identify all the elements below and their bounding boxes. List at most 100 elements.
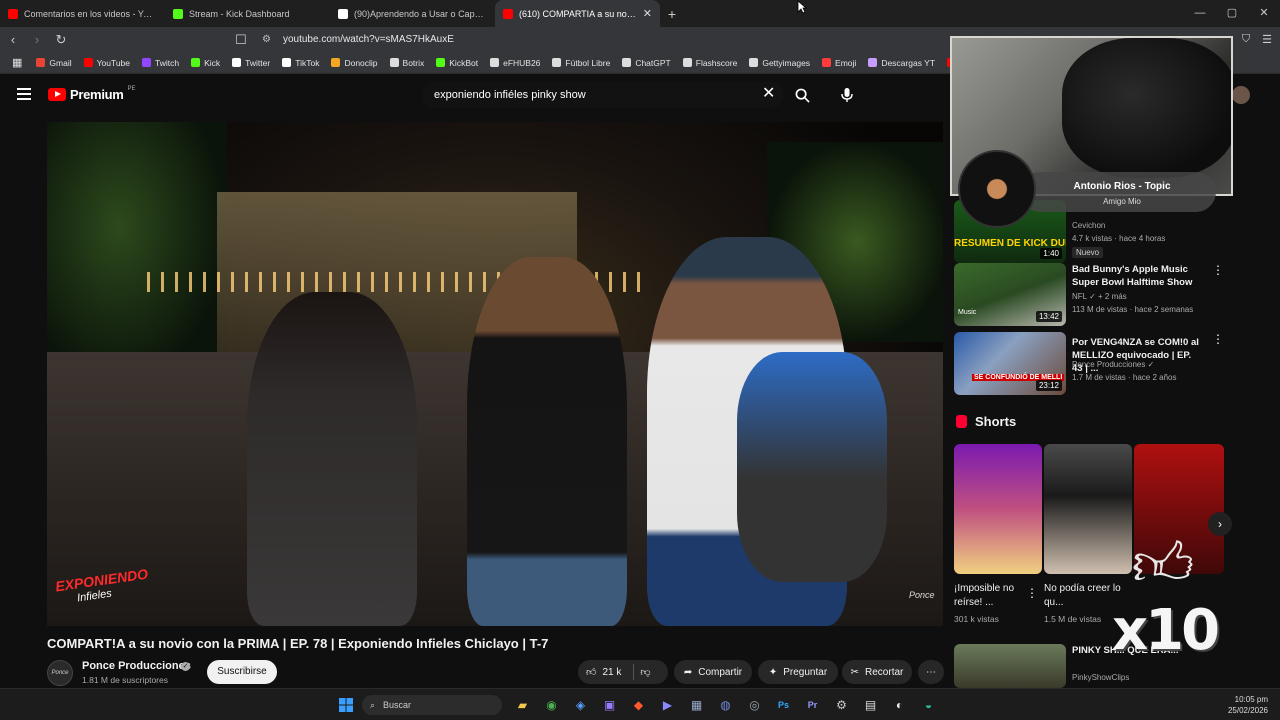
- channel-text: NFL: [1072, 292, 1087, 301]
- premiere-icon[interactable]: Pr: [798, 693, 827, 717]
- search-icon: ⌕: [370, 699, 376, 710]
- bookmark-item[interactable]: Donoclip: [325, 58, 383, 68]
- notepad-icon[interactable]: ▤: [856, 693, 885, 717]
- short-thumbnail[interactable]: [954, 444, 1042, 574]
- shorts-heading: Shorts: [956, 414, 1016, 429]
- album-art: [958, 150, 1036, 228]
- search-button[interactable]: [786, 82, 818, 108]
- duration-badge: 1:40: [1040, 248, 1062, 259]
- photoshop-icon[interactable]: Ps: [769, 693, 798, 717]
- app-icon[interactable]: ◈: [566, 693, 595, 717]
- tab-capcut[interactable]: (90)Aprendendo a Usar o CapCut em: [330, 0, 495, 27]
- like-button[interactable]: 👍︎ 21 k: [586, 666, 622, 679]
- clear-search-icon[interactable]: ✕: [762, 86, 775, 102]
- more-options-icon[interactable]: ⋮: [1026, 586, 1038, 600]
- tab-kick-dashboard[interactable]: Stream - Kick Dashboard: [165, 0, 330, 27]
- tab-title: (610) COMPARTIA a su novio: [519, 8, 637, 19]
- bookmark-item[interactable]: Kick: [185, 58, 226, 68]
- bookmark-icon[interactable]: ☐: [234, 32, 248, 48]
- bookmark-favicon-icon: [436, 58, 446, 67]
- more-actions-button[interactable]: ⋯: [918, 660, 944, 684]
- file-explorer-icon[interactable]: ▰: [508, 693, 537, 717]
- more-options-icon[interactable]: ⋮: [1212, 332, 1224, 346]
- menu-icon[interactable]: ☰: [1262, 33, 1272, 46]
- bookmark-item[interactable]: Descargas YT: [862, 58, 941, 68]
- voice-search-button[interactable]: [833, 82, 861, 108]
- close-window-button[interactable]: ✕: [1248, 0, 1280, 27]
- close-tab-icon[interactable]: ✕: [643, 7, 652, 20]
- video-player[interactable]: EXPONIENDO Infieles Ponce: [47, 122, 943, 626]
- bookmark-item[interactable]: Twitch: [136, 58, 185, 68]
- tab-youtube-comments[interactable]: Comentarios en los videos - YouTube: [0, 0, 165, 27]
- bookmark-item[interactable]: Botrix: [384, 58, 431, 68]
- bookmark-item[interactable]: Fútbol Libre: [546, 58, 616, 68]
- bookmark-item[interactable]: Flashscore: [677, 58, 744, 68]
- bookmark-item[interactable]: ChatGPT: [616, 58, 676, 68]
- obs-icon[interactable]: ◐: [885, 693, 914, 717]
- ask-label: Preguntar: [783, 666, 828, 678]
- share-button[interactable]: ➦ Compartir: [674, 660, 752, 684]
- apps-icon[interactable]: ▦: [6, 56, 30, 69]
- menu-icon[interactable]: [17, 88, 31, 100]
- forward-icon[interactable]: ›: [30, 32, 44, 47]
- clip-label: Recortar: [865, 666, 904, 678]
- bookmark-item[interactable]: TikTok: [276, 58, 325, 68]
- windows-start-icon[interactable]: [331, 693, 360, 717]
- tab-current-video[interactable]: (610) COMPARTIA a su novio ✕: [495, 0, 660, 27]
- youtube-icon: [503, 8, 513, 19]
- bookmark-item[interactable]: Gmail: [30, 58, 77, 68]
- site-info-icon[interactable]: ⚙: [262, 34, 271, 45]
- clip-button[interactable]: ✂ Recortar: [842, 660, 912, 684]
- microphone-icon: [841, 88, 853, 102]
- back-icon[interactable]: ‹: [6, 32, 20, 47]
- media-player-icon[interactable]: ▶: [653, 693, 682, 717]
- new-tab-button[interactable]: +: [660, 6, 684, 22]
- channel-text: Ponce Producciones: [1072, 360, 1146, 369]
- edge-icon[interactable]: ◒: [914, 693, 943, 717]
- maximize-button[interactable]: ▢: [1216, 0, 1248, 27]
- bookmark-item[interactable]: Gettyimages: [743, 58, 816, 68]
- brave-icon[interactable]: ◆: [624, 693, 653, 717]
- bookmark-item[interactable]: YouTube: [78, 58, 136, 68]
- ask-button[interactable]: ✦ Preguntar: [758, 660, 838, 684]
- bookmark-label: Gmail: [49, 57, 72, 68]
- shield-icon[interactable]: ⛉: [1242, 33, 1250, 46]
- system-clock[interactable]: 10:05 pm 25/02/2026: [1228, 694, 1268, 716]
- address-bar[interactable]: ⚙ youtube.com/watch?v=sMAS7HkAuxE: [262, 29, 882, 50]
- bookmark-favicon-icon: [83, 58, 93, 67]
- settings-icon[interactable]: ⚙: [827, 693, 856, 717]
- youtube-premium-logo[interactable]: Premium PE: [48, 86, 136, 102]
- thumbs-up-sticker-icon: 👍︎: [1131, 531, 1195, 598]
- bookmark-label: Twitter: [245, 57, 271, 68]
- minimize-button[interactable]: —: [1184, 0, 1216, 27]
- steam-icon[interactable]: ◎: [740, 693, 769, 717]
- bookmark-label: Gettyimages: [762, 57, 811, 68]
- more-options-icon[interactable]: ⋮: [1212, 263, 1224, 277]
- taskbar-search[interactable]: ⌕ Buscar: [362, 695, 502, 715]
- reload-icon[interactable]: ↻: [54, 32, 68, 48]
- bookmark-item[interactable]: KickBot: [430, 58, 484, 68]
- bookmark-label: Twitch: [155, 57, 180, 68]
- duration-badge: 23:12: [1035, 380, 1062, 391]
- search-input[interactable]: exponiendo infiéles pinky show: [422, 82, 784, 108]
- bookmark-item[interactable]: Twitter: [226, 58, 276, 68]
- store-icon[interactable]: ▣: [595, 693, 624, 717]
- account-avatar[interactable]: [1232, 86, 1250, 104]
- bookmark-item[interactable]: Emoji: [816, 58, 862, 68]
- video-host: [467, 257, 627, 626]
- bookmark-favicon-icon: [191, 58, 201, 67]
- calculator-icon[interactable]: ▦: [682, 693, 711, 717]
- subscribe-button[interactable]: Suscribirse: [207, 660, 277, 684]
- bookmark-favicon-icon: [868, 58, 878, 67]
- chrome-icon[interactable]: ◉: [537, 693, 566, 717]
- discord-icon[interactable]: ◍: [711, 693, 740, 717]
- like-count: 21 k: [602, 666, 622, 678]
- channel-name[interactable]: Ponce Producciones: [82, 660, 191, 672]
- bookmark-label: Descargas YT: [881, 57, 936, 68]
- bookmark-item[interactable]: eFHUB26: [484, 58, 546, 68]
- tab-title: (90)Aprendendo a Usar o CapCut em: [354, 8, 487, 19]
- shorts-next-button[interactable]: ›: [1208, 512, 1232, 536]
- channel-avatar[interactable]: Ponce: [47, 660, 73, 686]
- bookmark-label: KickBot: [449, 57, 479, 68]
- dislike-button[interactable]: 👎︎: [640, 666, 650, 678]
